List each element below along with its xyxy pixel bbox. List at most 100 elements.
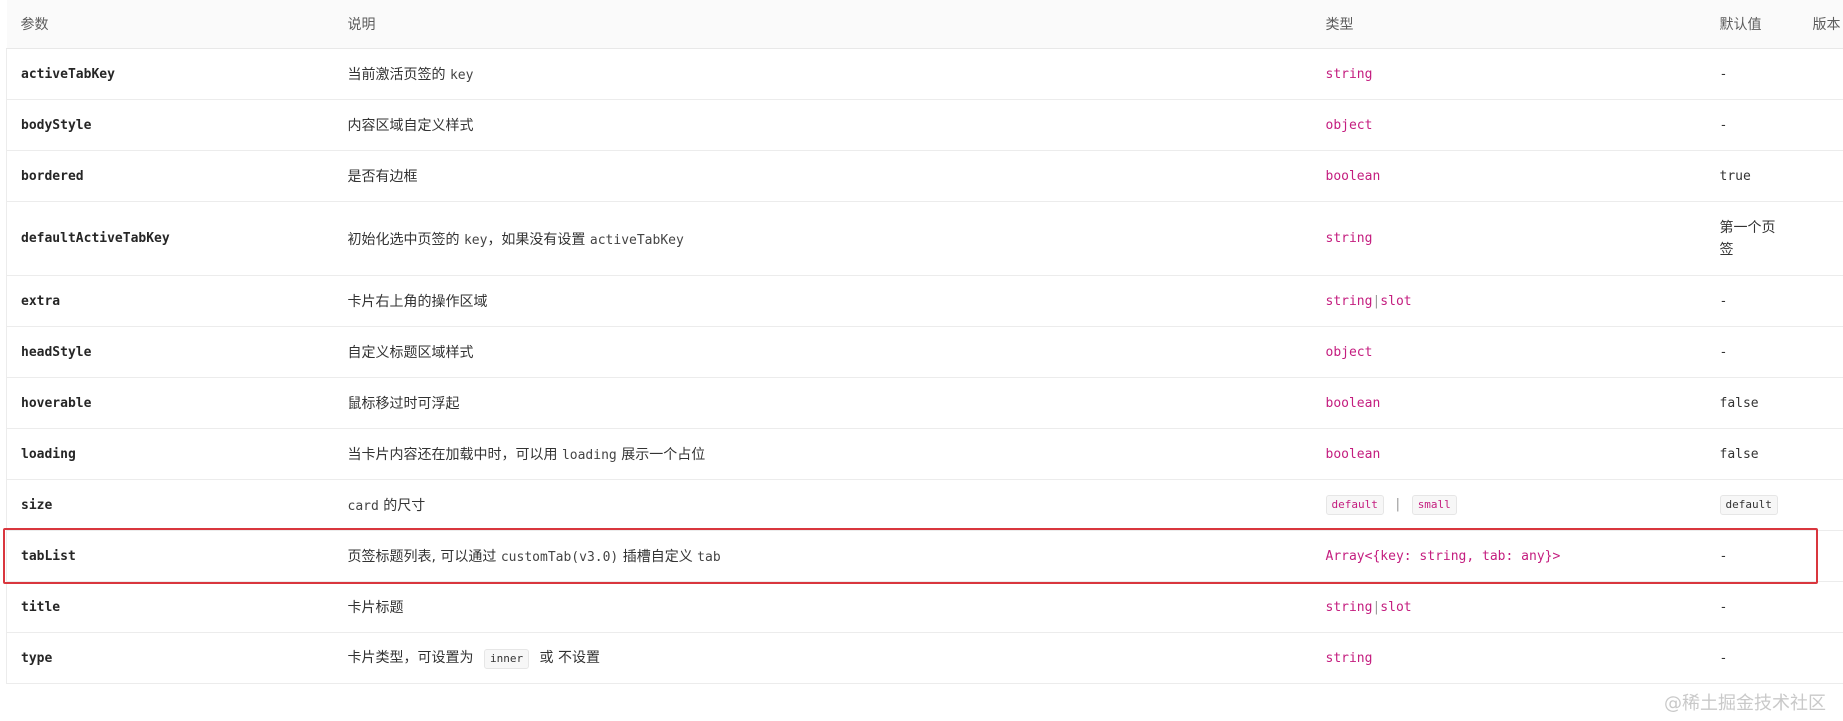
- description-cell: 内容区域自定义样式: [333, 99, 1312, 151]
- version-cell: [1798, 530, 1843, 582]
- description-cell: 卡片类型，可设置为 inner 或 不设置: [333, 632, 1312, 684]
- type-text: slot: [1380, 599, 1412, 615]
- inline-code: key: [449, 68, 474, 83]
- description-text: 插槽自定义: [618, 549, 698, 565]
- version-cell: [1798, 428, 1843, 480]
- type-text: slot: [1380, 293, 1412, 309]
- description-cell: 初始化选中页签的 key，如果没有设置 activeTabKey: [333, 201, 1312, 276]
- default-cell: -: [1705, 326, 1799, 378]
- inline-code: card: [347, 499, 379, 514]
- description-cell: 当卡片内容还在加载中时，可以用 loading 展示一个占位: [333, 428, 1312, 480]
- watermark: @稀土掘金技术社区: [1664, 693, 1826, 714]
- version-cell: [1798, 581, 1843, 633]
- description-cell: 是否有边框: [333, 150, 1312, 202]
- inline-code: activeTabKey: [589, 232, 684, 248]
- param-cell: loading: [6, 428, 334, 480]
- column-header-default[interactable]: 默认值: [1705, 0, 1799, 49]
- default-cell: -: [1705, 632, 1799, 684]
- description-cell: 卡片右上角的操作区域: [333, 275, 1312, 327]
- param-cell: headStyle: [6, 326, 334, 378]
- default-cell: default: [1705, 479, 1799, 531]
- type-cell: string: [1311, 632, 1706, 684]
- table-row: type 卡片类型，可设置为 inner 或 不设置 string -: [6, 632, 1843, 684]
- type-cell: default | small: [1311, 479, 1706, 531]
- table-row: activeTabKey 当前激活页签的 key string -: [6, 48, 1843, 100]
- default-cell: -: [1705, 99, 1799, 151]
- version-cell: [1798, 377, 1843, 429]
- description-cell: 自定义标题区域样式: [333, 326, 1312, 378]
- default-cell: 第一个页签: [1705, 201, 1799, 276]
- param-cell: bordered: [6, 150, 334, 202]
- table-row: bodyStyle 内容区域自定义样式 object -: [6, 99, 1843, 151]
- default-cell: -: [1705, 275, 1799, 327]
- column-header-param[interactable]: 参数: [6, 0, 334, 49]
- version-cell: [1798, 632, 1843, 684]
- default-tag: default: [1719, 495, 1778, 515]
- description-text: ，如果没有设置: [487, 231, 590, 248]
- table-row: loading 当卡片内容还在加载中时，可以用 loading 展示一个占位 b…: [6, 428, 1843, 480]
- param-cell: size: [6, 479, 334, 531]
- column-header-description[interactable]: 说明: [333, 0, 1312, 49]
- table-row: size card 的尺寸 default | small default: [6, 479, 1843, 531]
- description-text: 展示一个占位: [616, 447, 706, 463]
- version-cell: [1798, 150, 1843, 202]
- version-cell: [1798, 479, 1843, 531]
- inline-code: customTab(v3.0): [500, 550, 619, 565]
- table-row: title 卡片标题 string|slot -: [6, 581, 1843, 633]
- description-cell: 页签标题列表, 可以通过 customTab(v3.0) 插槽自定义 tab: [333, 530, 1312, 582]
- description-text: 当前激活页签的: [347, 67, 450, 83]
- param-cell: bodyStyle: [6, 99, 334, 151]
- type-text: string: [1325, 599, 1373, 615]
- type-cell: string: [1311, 201, 1706, 276]
- param-cell: title: [6, 581, 334, 633]
- type-text: string: [1325, 293, 1373, 309]
- table-row-highlighted: tabList 页签标题列表, 可以通过 customTab(v3.0) 插槽自…: [6, 530, 1843, 582]
- table-row: bordered 是否有边框 boolean true: [6, 150, 1843, 202]
- description-cell: card 的尺寸: [333, 479, 1312, 531]
- type-cell: boolean: [1311, 150, 1706, 202]
- table-header-row: 参数 说明 类型 默认值 版本: [6, 0, 1843, 49]
- table-row: hoverable 鼠标移过时可浮起 boolean false: [6, 377, 1843, 429]
- default-cell: true: [1705, 150, 1799, 202]
- description-cell: 鼠标移过时可浮起: [333, 377, 1312, 429]
- type-cell: boolean: [1311, 377, 1706, 429]
- version-cell: [1798, 275, 1843, 327]
- description-text: 初始化选中页签的: [347, 231, 464, 248]
- type-cell: object: [1311, 326, 1706, 378]
- description-text: 卡片类型，可设置为: [347, 650, 478, 666]
- default-cell: -: [1705, 530, 1799, 582]
- description-cell: 当前激活页签的 key: [333, 48, 1312, 100]
- param-cell: hoverable: [6, 377, 334, 429]
- param-cell: type: [6, 632, 334, 684]
- param-cell: activeTabKey: [6, 48, 334, 100]
- type-separator: |: [1393, 497, 1402, 512]
- param-cell: extra: [6, 275, 334, 327]
- table-row: extra 卡片右上角的操作区域 string|slot -: [6, 275, 1843, 327]
- default-cell: -: [1705, 581, 1799, 633]
- inline-code: key: [463, 232, 488, 248]
- type-cell: Array<{key: string, tab: any}>: [1311, 530, 1706, 582]
- card-api-table: 参数 说明 类型 默认值 版本 activeTabKey 当前激活页签的 key…: [6, 0, 1843, 684]
- description-text: 的尺寸: [378, 498, 426, 514]
- type-tag: small: [1411, 495, 1457, 515]
- description-text: 当卡片内容还在加载中时，可以用: [347, 447, 562, 463]
- inline-tag: inner: [483, 649, 530, 669]
- column-header-version[interactable]: 版本: [1798, 0, 1843, 49]
- description-text: 页签标题列表, 可以通过: [347, 549, 501, 565]
- default-cell: false: [1705, 428, 1799, 480]
- description-text: 或 不设置: [535, 650, 600, 666]
- type-tag: default: [1325, 495, 1384, 515]
- column-header-type[interactable]: 类型: [1311, 0, 1706, 49]
- version-cell: [1798, 201, 1843, 276]
- description-cell: 卡片标题: [333, 581, 1312, 633]
- api-doc-page: 参数 说明 类型 默认值 版本 activeTabKey 当前激活页签的 key…: [0, 0, 1843, 721]
- default-cell: -: [1705, 48, 1799, 100]
- param-cell: defaultActiveTabKey: [6, 201, 334, 276]
- type-cell: object: [1311, 99, 1706, 151]
- type-cell: string|slot: [1311, 581, 1706, 633]
- table-row: defaultActiveTabKey 初始化选中页签的 key，如果没有设置 …: [6, 201, 1843, 276]
- type-cell: string|slot: [1311, 275, 1706, 327]
- inline-code: tab: [697, 550, 721, 565]
- param-cell: tabList: [6, 530, 334, 582]
- inline-code: loading: [561, 448, 617, 463]
